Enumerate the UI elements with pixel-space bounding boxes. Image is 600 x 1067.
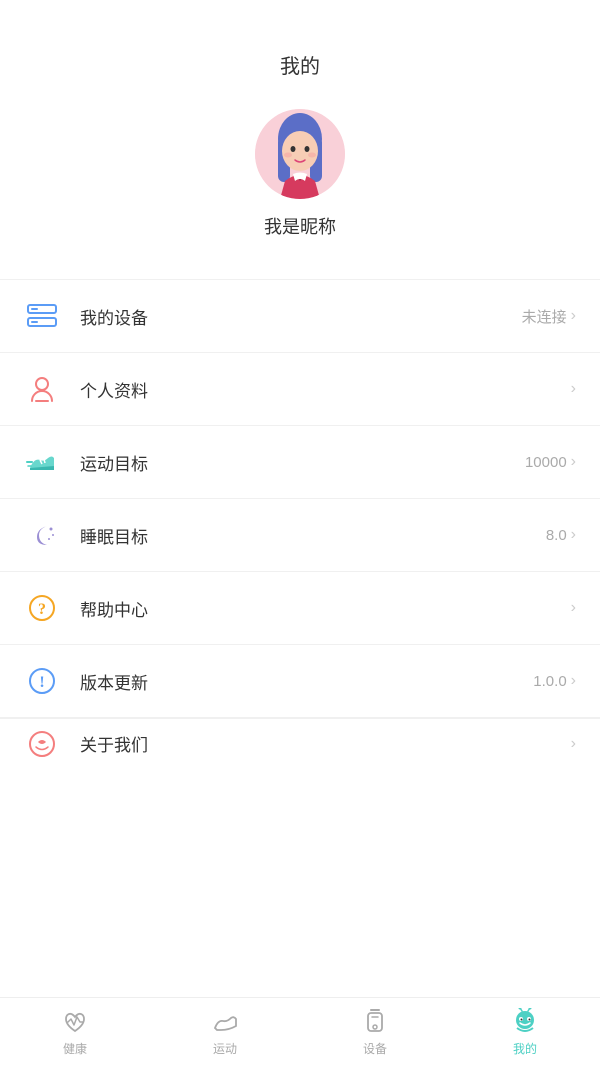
nav-item-device[interactable]: 设备 [300,1008,450,1057]
sleep-goal-chevron: › [571,526,576,544]
menu-item-device[interactable]: 我的设备 未连接 › [0,279,600,353]
sport-goal-label: 运动目标 [80,450,525,475]
profile-section: 我是昵称 [0,99,600,269]
bottom-nav: 健康 运动 设备 [0,997,600,1067]
version-chevron: › [571,672,576,690]
about-icon [24,726,60,762]
device-nav-label: 设备 [363,1040,387,1057]
svg-text:!: ! [39,674,44,691]
sport-goal-chevron: › [571,453,576,471]
health-nav-icon [61,1008,89,1036]
avatar[interactable] [255,109,345,199]
person-icon [24,371,60,407]
device-icon [24,298,60,334]
menu-item-profile[interactable]: 个人资料 › [0,353,600,426]
sleep-icon [24,517,60,553]
nav-item-sport[interactable]: 运动 [150,1008,300,1057]
device-label: 我的设备 [80,304,522,329]
sport-icon [24,444,60,480]
menu-item-sleep-goal[interactable]: 睡眠目标 8.0 › [0,499,600,572]
profile-name: 我是昵称 [264,213,336,239]
device-nav-icon [361,1008,389,1036]
device-value: 未连接 [522,306,567,327]
version-icon: ! [24,663,60,699]
help-chevron: › [571,599,576,617]
version-value: 1.0.0 [533,673,566,690]
mine-nav-label: 我的 [513,1040,537,1057]
menu-item-help[interactable]: ? 帮助中心 › [0,572,600,645]
svg-text:?: ? [38,601,46,618]
sport-nav-icon [211,1008,239,1036]
help-icon: ? [24,590,60,626]
sport-goal-value: 10000 [525,454,567,471]
profile-chevron: › [571,380,576,398]
about-chevron: › [571,735,576,753]
sleep-goal-value: 8.0 [546,527,567,544]
menu-item-about[interactable]: 关于我们 › [0,718,600,768]
page-title: 我的 [0,0,600,99]
about-label: 关于我们 [80,731,571,756]
help-label: 帮助中心 [80,596,567,621]
menu-item-sport-goal[interactable]: 运动目标 10000 › [0,426,600,499]
mine-nav-icon [511,1008,539,1036]
device-chevron: › [571,307,576,325]
version-label: 版本更新 [80,669,533,694]
health-nav-label: 健康 [63,1040,87,1057]
nav-item-health[interactable]: 健康 [0,1008,150,1057]
sleep-goal-label: 睡眠目标 [80,523,546,548]
menu-item-version[interactable]: ! 版本更新 1.0.0 › [0,645,600,718]
menu-list: 我的设备 未连接 › 个人资料 › [0,279,600,768]
sport-nav-label: 运动 [213,1040,237,1057]
nav-item-mine[interactable]: 我的 [450,1008,600,1057]
profile-label: 个人资料 [80,377,567,402]
